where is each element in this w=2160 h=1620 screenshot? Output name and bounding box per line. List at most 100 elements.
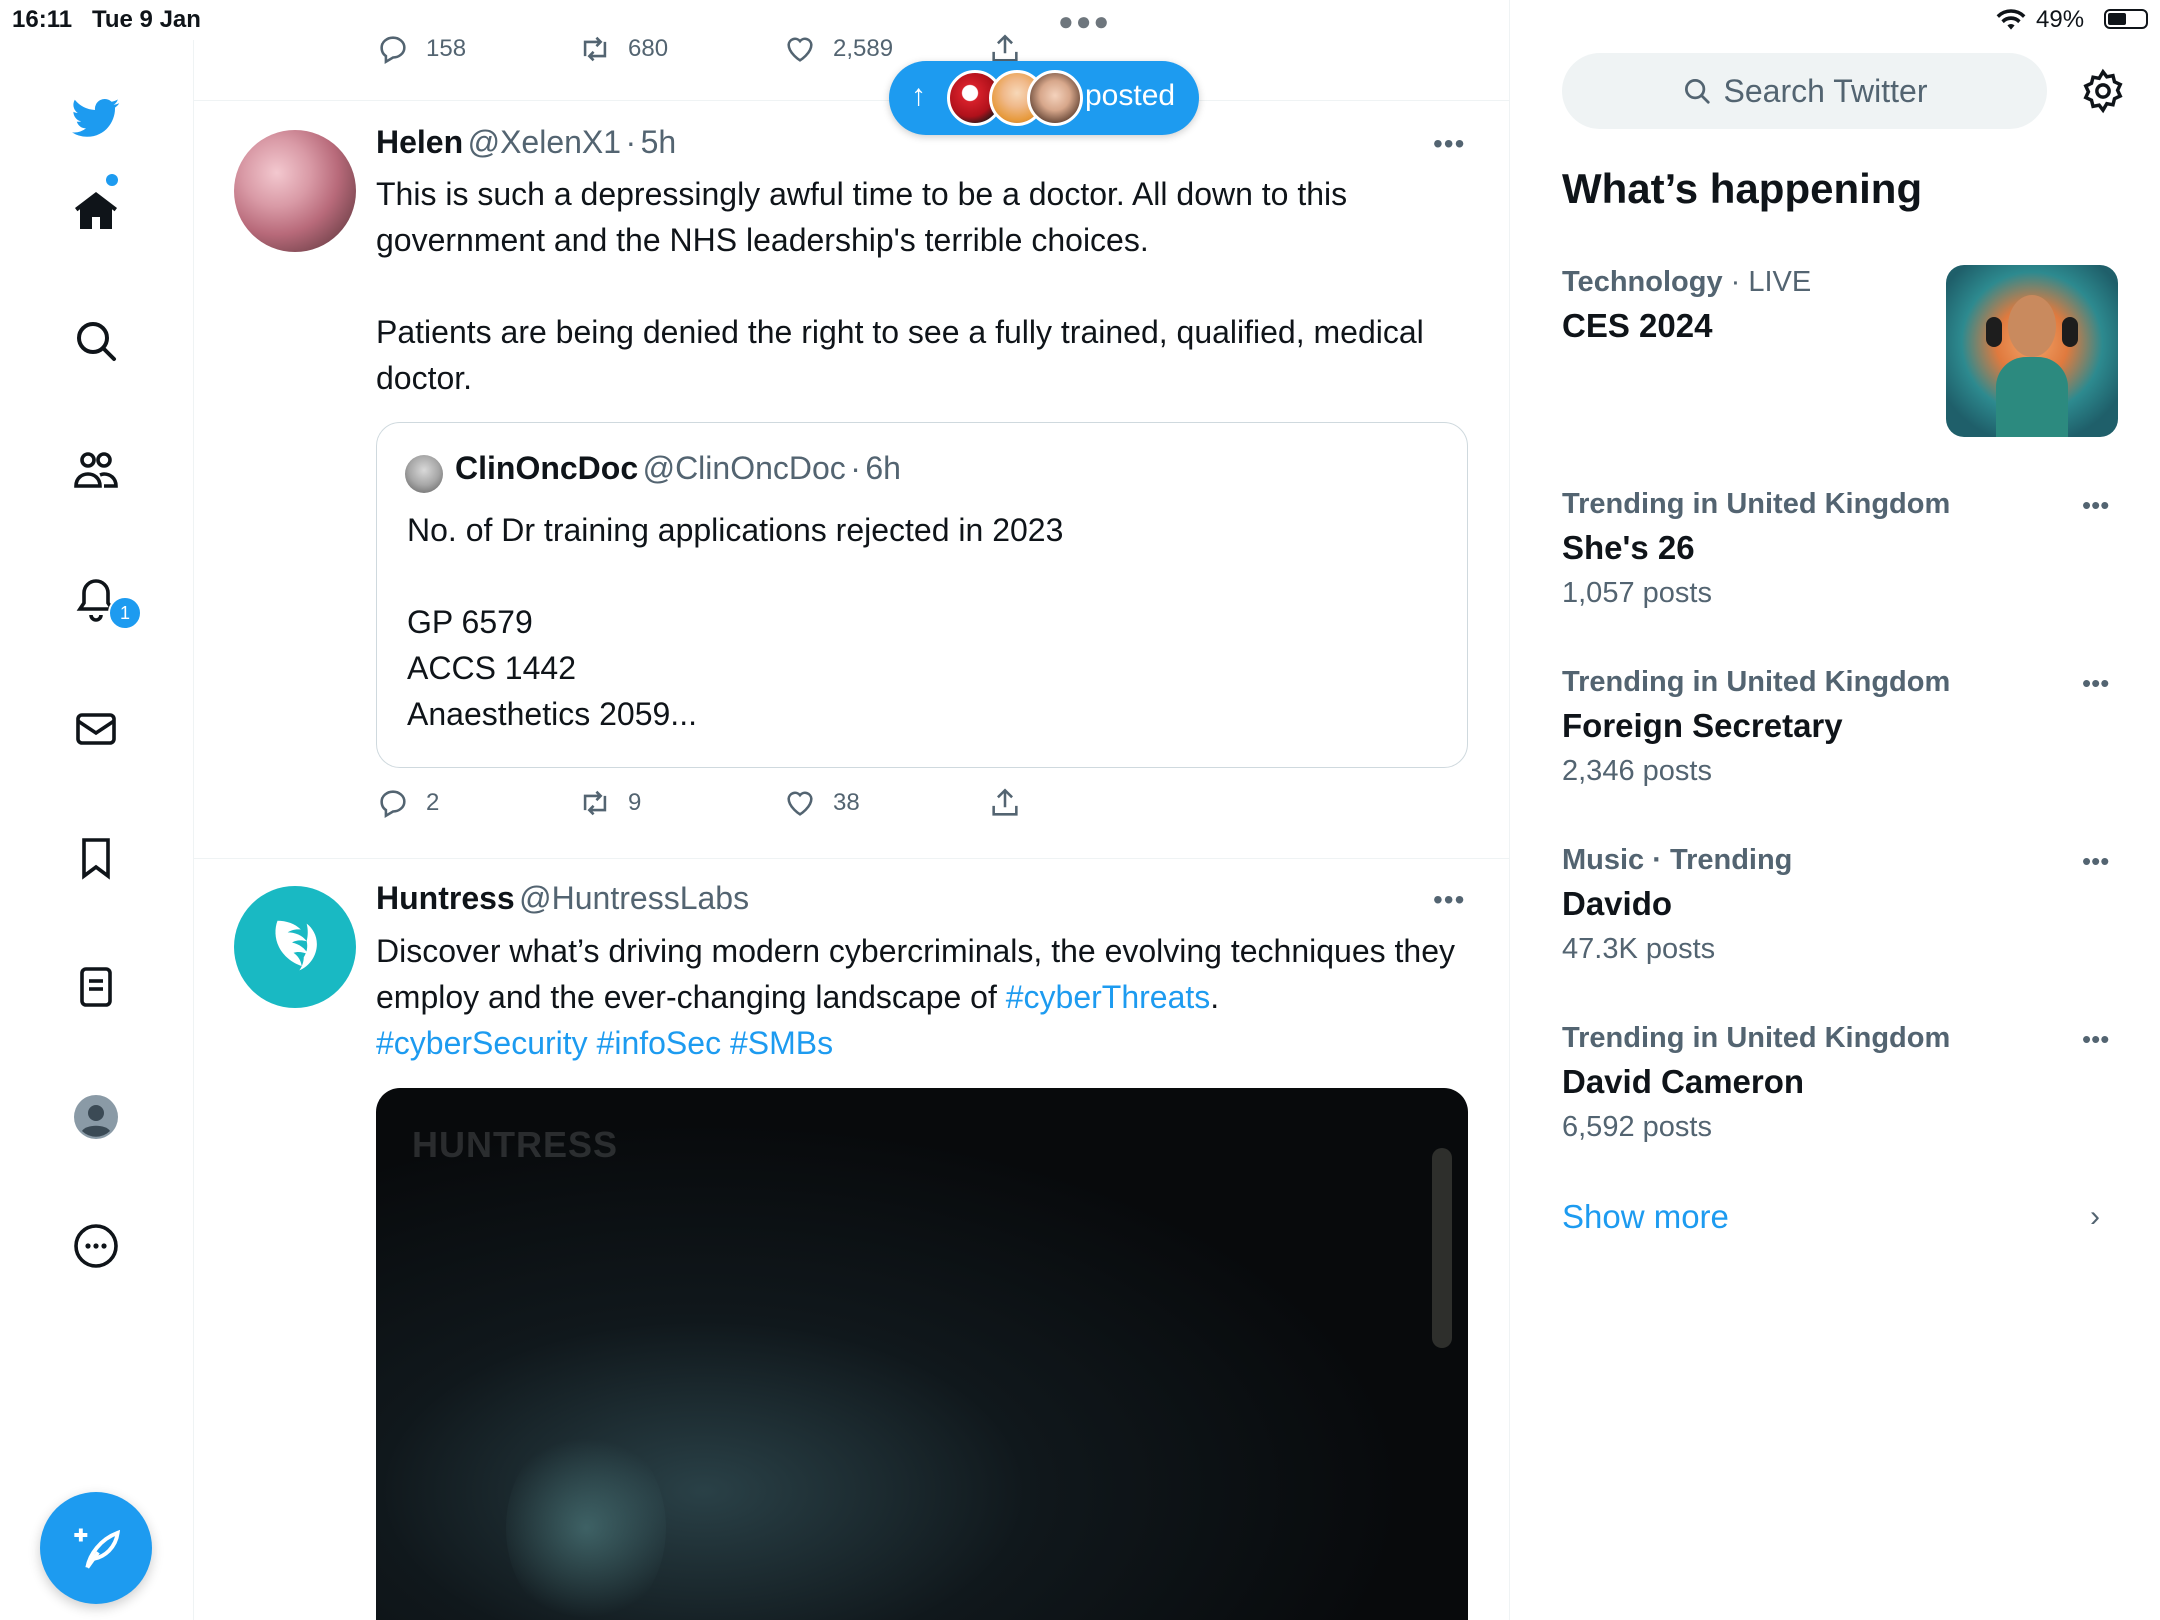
retweet-icon bbox=[583, 36, 607, 62]
trend-context: Trending in United Kingdom bbox=[1562, 488, 1951, 520]
home-icon[interactable] bbox=[66, 181, 126, 241]
clinoncdoc-avatar bbox=[405, 455, 443, 493]
tweet-text-punct: . bbox=[1210, 979, 1220, 1015]
retweet-count: 9 bbox=[628, 789, 642, 816]
bookmarks-icon[interactable] bbox=[66, 828, 126, 888]
notification-badge: 1 bbox=[108, 596, 142, 630]
search-placeholder: Search Twitter bbox=[1723, 72, 1928, 109]
author-name[interactable]: Huntress bbox=[376, 880, 515, 916]
quoted-tweet-card[interactable]: ClinOncDoc @ClinOncDoc · 6h No. of Dr tr… bbox=[376, 422, 1468, 768]
helen-avatar[interactable] bbox=[234, 130, 356, 252]
more-options-icon[interactable] bbox=[66, 1216, 126, 1276]
messages-envelope-icon[interactable] bbox=[66, 699, 126, 759]
author-handle[interactable]: @HuntressLabs bbox=[519, 880, 749, 916]
settings-gear-icon[interactable] bbox=[2080, 68, 2126, 114]
video-edge-light bbox=[1432, 1148, 1452, 1348]
prev-retweet-count: 680 bbox=[628, 35, 669, 62]
tweet-more-icon[interactable]: ••• bbox=[1433, 884, 1465, 916]
new-posts-pill[interactable]: ↑ posted bbox=[889, 61, 1199, 135]
whats-happening-title: What’s happening bbox=[1562, 165, 1923, 212]
trend-category: Technology bbox=[1562, 266, 1723, 298]
chevron-right-icon[interactable]: › bbox=[2090, 1200, 2100, 1234]
compose-tweet-button[interactable] bbox=[40, 1492, 152, 1604]
compose-feather-icon bbox=[74, 1528, 121, 1569]
tweet-divider bbox=[193, 100, 1509, 101]
pill-avatar-3 bbox=[1027, 70, 1083, 126]
search-input[interactable]: Search Twitter bbox=[1562, 53, 2047, 129]
arrow-up-icon: ↑ bbox=[911, 79, 926, 112]
trend-count: 1,057 posts bbox=[1562, 577, 1712, 609]
hashtag-links[interactable]: #cyberSecurity #infoSec #SMBs bbox=[376, 1025, 833, 1061]
author-name[interactable]: Helen bbox=[376, 124, 463, 160]
share-button[interactable] bbox=[988, 786, 1038, 820]
video-light-glow bbox=[506, 1428, 666, 1620]
lists-icon[interactable] bbox=[66, 957, 126, 1017]
new-posts-label: posted bbox=[1085, 79, 1176, 112]
home-unread-dot bbox=[106, 174, 118, 186]
trend-context: Music · Trending bbox=[1562, 844, 1793, 876]
trend-more-icon[interactable]: ••• bbox=[2082, 1024, 2109, 1055]
trend-title: Foreign Secretary bbox=[1562, 707, 1843, 744]
trend-count: 2,346 posts bbox=[1562, 755, 1712, 787]
communities-icon[interactable] bbox=[66, 440, 126, 500]
prev-reply-button[interactable]: 158 bbox=[376, 32, 466, 66]
tweet-time[interactable]: 5h bbox=[641, 124, 677, 160]
reply-button[interactable]: 2 bbox=[376, 786, 439, 820]
headphone-left bbox=[1986, 317, 2002, 347]
quote-author-name: ClinOncDoc bbox=[455, 450, 639, 486]
tweet-text: This is such a depressingly awful time t… bbox=[376, 176, 1424, 396]
author-handle[interactable]: @XelenX1 bbox=[468, 124, 621, 160]
share-icon bbox=[992, 788, 1018, 816]
status-date: Tue 9 Jan bbox=[92, 6, 201, 33]
trend-count: 47.3K posts bbox=[1562, 933, 1716, 965]
thumbnail-face bbox=[2008, 295, 2056, 357]
show-more-link[interactable]: Show more bbox=[1562, 1198, 1729, 1236]
prev-like-count: 2,589 bbox=[833, 35, 894, 62]
huntress-avatar[interactable] bbox=[234, 886, 356, 1008]
huntress-logo-icon bbox=[275, 920, 317, 971]
trend-thumbnail[interactable] bbox=[1946, 265, 2118, 437]
headphone-right bbox=[2062, 317, 2078, 347]
trend-title: Davido bbox=[1562, 885, 1673, 922]
trend-context: Trending in United Kingdom bbox=[1562, 666, 1951, 698]
trend-item[interactable]: Music · Trending Davido 47.3K posts bbox=[1562, 844, 2122, 966]
prev-retweet-button[interactable]: 680 bbox=[578, 32, 668, 66]
video-watermark: HUNTRESS bbox=[412, 1124, 619, 1165]
trend-context: Trending in United Kingdom bbox=[1562, 1022, 1951, 1054]
heart-icon bbox=[787, 37, 813, 62]
thumbnail-body bbox=[1996, 357, 2068, 437]
tweet-text: Discover what’s driving modern cybercrim… bbox=[376, 928, 1466, 1066]
trend-more-icon[interactable]: ••• bbox=[2082, 668, 2109, 699]
hashtag-link[interactable]: #cyberThreats bbox=[1006, 979, 1211, 1015]
profile-avatar-icon[interactable] bbox=[66, 1087, 126, 1147]
trend-count: 6,592 posts bbox=[1562, 1111, 1712, 1143]
retweet-icon bbox=[583, 790, 607, 816]
reply-count: 2 bbox=[426, 789, 440, 816]
tweet-more-icon[interactable]: ••• bbox=[1433, 128, 1465, 160]
like-button[interactable]: 38 bbox=[783, 786, 860, 820]
trend-title: She's 26 bbox=[1562, 529, 1695, 566]
right-sidebar: Search Twitter What’s happening Technolo… bbox=[1510, 0, 2160, 1620]
video-player[interactable]: HUNTRESS bbox=[376, 1088, 1468, 1620]
search-icon[interactable] bbox=[66, 311, 126, 371]
status-time: 16:11 bbox=[12, 6, 73, 33]
trend-item[interactable]: Trending in United Kingdom She's 26 1,05… bbox=[1562, 488, 2122, 610]
timeline-feed[interactable]: 158 680 2,589 ↑ posted Helen @XelenX1 · … bbox=[193, 0, 1510, 1620]
search-icon bbox=[1684, 79, 1710, 104]
reply-icon bbox=[380, 790, 406, 819]
trend-item[interactable]: Trending in United Kingdom David Cameron… bbox=[1562, 1022, 2122, 1144]
trend-item[interactable]: Trending in United Kingdom Foreign Secre… bbox=[1562, 666, 2122, 788]
trend-title: David Cameron bbox=[1562, 1063, 1805, 1100]
left-nav: 1 bbox=[0, 40, 194, 1620]
trend-more-icon[interactable]: ••• bbox=[2082, 846, 2109, 877]
trend-more-icon[interactable]: ••• bbox=[2082, 490, 2109, 521]
tweet-divider bbox=[193, 858, 1509, 859]
twitter-logo-icon[interactable] bbox=[66, 88, 126, 148]
prev-like-button[interactable]: 2,589 bbox=[783, 32, 893, 66]
tweet-header: Helen @XelenX1 · 5h bbox=[376, 124, 676, 161]
retweet-button[interactable]: 9 bbox=[578, 786, 641, 820]
tweet-header: Huntress @HuntressLabs bbox=[376, 880, 749, 917]
quote-time: 6h bbox=[865, 450, 901, 486]
tweet-text-body: Discover what’s driving modern cybercrim… bbox=[376, 933, 1464, 1015]
quote-author-handle: @ClinOncDoc bbox=[642, 450, 846, 486]
